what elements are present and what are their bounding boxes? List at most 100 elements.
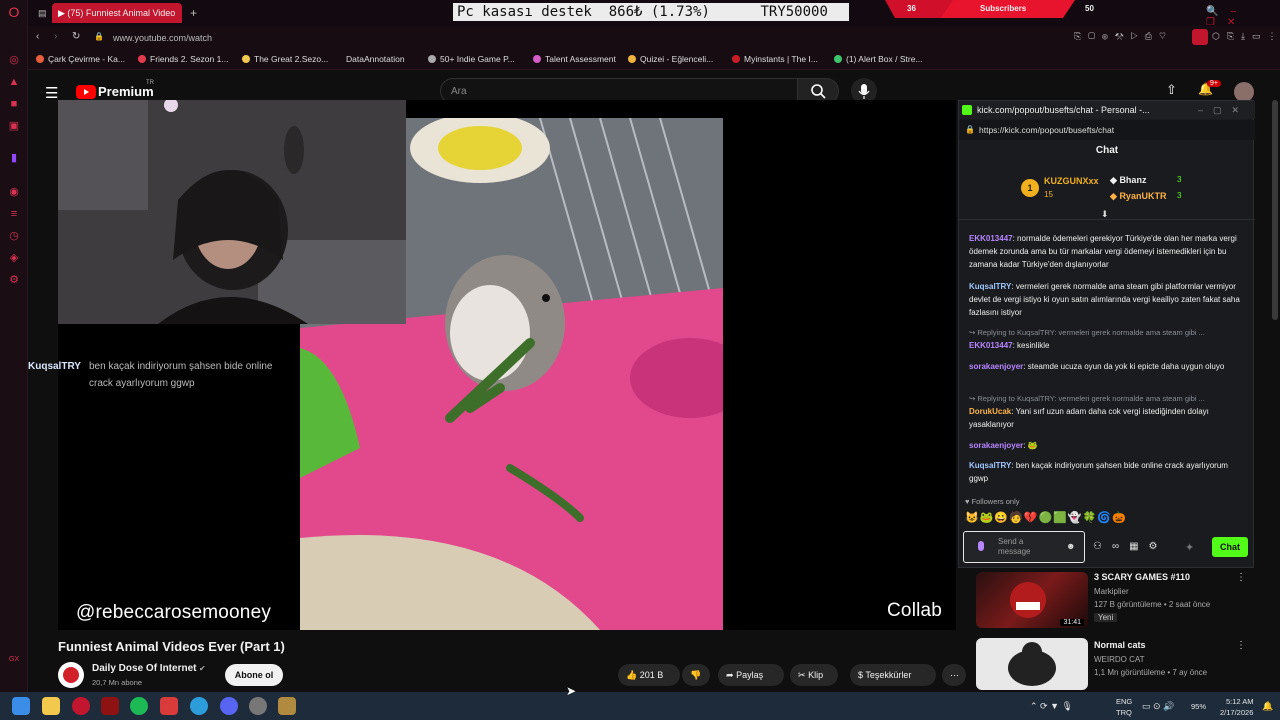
- leaderboard-user[interactable]: ◆ Bhanz: [1110, 175, 1146, 186]
- browser-icon[interactable]: [190, 697, 208, 715]
- bookmark-item[interactable]: (1) Alert Box / Stre...: [834, 54, 923, 64]
- recommendation-channel[interactable]: Markiplier: [1094, 587, 1129, 596]
- sidebar-app-icon[interactable]: ◎: [6, 52, 22, 68]
- chat-header: Chat: [1095, 145, 1119, 156]
- bookmark-item[interactable]: Friends 2. Sezon 1...: [138, 54, 228, 64]
- youtube-logo-text[interactable]: Premium: [98, 84, 154, 99]
- tray-icons[interactable]: ⌃ ⟳ ▼ 🎙: [1030, 701, 1073, 712]
- taskbar-app-icon[interactable]: [160, 697, 178, 715]
- share-button[interactable]: ➦ Paylaş: [718, 664, 784, 686]
- channel-avatar[interactable]: [58, 662, 84, 688]
- spotify-icon[interactable]: [130, 697, 148, 715]
- toolbar-icons[interactable]: ⬡⎘⤓▭⋮: [1212, 31, 1280, 42]
- thumbs-down-icon: 👎: [690, 670, 702, 680]
- thumbs-up-icon: 👍: [626, 670, 638, 680]
- kick-url-bar[interactable]: 🔒 https://kick.com/popout/busefts/chat: [959, 120, 1255, 140]
- bookmark-item[interactable]: 50+ Indie Game P...: [428, 54, 515, 64]
- settings-icon[interactable]: ⚙: [6, 272, 22, 288]
- more-options-icon[interactable]: ⋮: [1236, 640, 1246, 651]
- sidebar-app-icon[interactable]: ◈: [6, 250, 22, 266]
- recommendation-thumbnail[interactable]: [976, 638, 1088, 690]
- recommendation-title[interactable]: Normal cats: [1094, 640, 1146, 650]
- bookmark-item[interactable]: DataAnnotation: [346, 54, 405, 64]
- hamburger-menu-icon[interactable]: ☰: [45, 84, 58, 102]
- taskbar-app-icon[interactable]: [101, 697, 119, 715]
- send-chat-button[interactable]: Chat: [1212, 537, 1248, 557]
- recommendation-title[interactable]: 3 SCARY GAMES #110: [1094, 572, 1190, 582]
- taskbar-app-icon[interactable]: [249, 697, 267, 715]
- clock-date[interactable]: 2/17/2026: [1220, 708, 1253, 717]
- bookmark-item[interactable]: Çark Çevirme - Ka...: [36, 54, 125, 64]
- forward-icon[interactable]: ›: [54, 31, 57, 42]
- more-actions-button[interactable]: ⋯: [942, 664, 966, 686]
- file-explorer-icon[interactable]: [42, 697, 60, 715]
- language-indicator-sub: TRQ: [1116, 708, 1132, 717]
- chat-tool-icons[interactable]: ⚇∞▦⚙: [1093, 541, 1168, 552]
- sidebar-app-icon[interactable]: ◉: [6, 184, 22, 200]
- streamer-webcam: [58, 100, 406, 324]
- chat-message: sorakaenjoyer: 🐸: [969, 441, 1038, 450]
- clock-time[interactable]: 5:12 AM: [1226, 697, 1254, 706]
- sidebar-app-icon[interactable]: ■: [6, 96, 22, 112]
- tab-menu-icon[interactable]: ▤: [32, 3, 53, 23]
- emoji-icon[interactable]: ☻: [1066, 541, 1075, 551]
- opera-logo-icon[interactable]: O: [6, 4, 22, 20]
- notification-bell-icon[interactable]: 🔔: [1262, 701, 1273, 712]
- page-scrollbar[interactable]: [1272, 100, 1278, 320]
- leaderboard-count: 3: [1177, 175, 1182, 184]
- more-options-icon[interactable]: ⋮: [1236, 572, 1246, 583]
- opera-gx-icon[interactable]: [72, 697, 90, 715]
- send-message-input[interactable]: Send a message ☻: [963, 531, 1085, 563]
- search-placeholder: Ara: [451, 86, 467, 97]
- bookmark-item[interactable]: Quizei - Eğlenceli...: [628, 54, 713, 64]
- url-text[interactable]: www.youtube.com/watch: [113, 33, 212, 43]
- clip-button[interactable]: ✂ Klip: [790, 664, 838, 686]
- tab-youtube[interactable]: ▶ (75) Funniest Animal Video: [52, 3, 182, 23]
- battery-percent[interactable]: 95%: [1191, 702, 1206, 711]
- sidebar-app-icon[interactable]: ≡: [6, 206, 22, 222]
- upload-icon[interactable]: ⇧: [1166, 82, 1177, 98]
- thanks-button[interactable]: $ Teşekkürler: [850, 664, 936, 686]
- network-volume-icons[interactable]: ▭ ⊙ 🔊: [1142, 701, 1174, 712]
- discord-icon[interactable]: [220, 697, 238, 715]
- bookmark-item[interactable]: Myinstants | The I...: [732, 54, 818, 64]
- youtube-logo-icon[interactable]: [76, 85, 96, 99]
- extension-icons[interactable]: ⎘▢⊛⚒▷⎙♡: [1074, 31, 1173, 42]
- leaderboard-top-count: 15: [1044, 190, 1053, 199]
- sidebar-app-icon[interactable]: ▣: [6, 118, 22, 134]
- channel-name[interactable]: Daily Dose Of Internet: [92, 663, 196, 674]
- leaderboard-top-user[interactable]: KUZGUNXxx: [1044, 176, 1099, 186]
- bookmark-item[interactable]: Talent Assessment: [533, 54, 616, 64]
- like-button[interactable]: 👍 201 B: [618, 664, 680, 686]
- language-indicator[interactable]: ENG: [1116, 697, 1132, 706]
- badge-icon[interactable]: ✦: [1185, 541, 1194, 554]
- dislike-button[interactable]: 👎: [682, 664, 710, 686]
- taskbar-app-icon[interactable]: [278, 697, 296, 715]
- leaderboard-user[interactable]: ◆ RyanUKTR: [1110, 191, 1166, 202]
- emote-bar[interactable]: 😺🐸😀🧑💔🟢🟩👻🍀🌀🎃: [965, 511, 1127, 524]
- kick-window-titlebar: kick.com/popout/busefts/chat - Personal …: [959, 101, 1255, 119]
- microphone-icon[interactable]: [978, 541, 984, 551]
- donation-goal-banner: Pc kasası destek 866₺ (1.73%) TRY50000: [453, 3, 849, 21]
- bookmark-item[interactable]: The Great 2.Sezo...: [242, 54, 328, 64]
- twitch-icon[interactable]: ▮: [6, 150, 22, 166]
- video-frame-side: [723, 100, 956, 630]
- avatar[interactable]: [1234, 82, 1254, 102]
- reload-icon[interactable]: ↻: [72, 31, 80, 42]
- recommendation-channel[interactable]: WEIRDO CAT: [1094, 655, 1145, 664]
- chat-message: EKK013447: normalde ödemeleri gerekiyor …: [969, 234, 1237, 269]
- popup-window-controls[interactable]: –▢✕: [1198, 101, 1249, 119]
- sidebar-app-icon[interactable]: ▲: [6, 74, 22, 90]
- address-bar: ‹ › ↻ 🔒 www.youtube.com/watch ⎘▢⊛⚒▷⎙♡ ⬡⎘…: [28, 26, 1280, 50]
- new-tab-button[interactable]: +: [184, 3, 203, 23]
- video-title: Funniest Animal Videos Ever (Part 1): [58, 639, 285, 654]
- back-icon[interactable]: ‹: [36, 31, 39, 42]
- subscribe-button[interactable]: Abone ol: [225, 664, 283, 686]
- extension-active-icon[interactable]: [1192, 29, 1208, 45]
- thanks-icon: $: [858, 670, 864, 680]
- recommendation-thumbnail[interactable]: 31:41: [976, 572, 1088, 628]
- gx-icon[interactable]: GX: [6, 652, 22, 668]
- clock-icon[interactable]: ◷: [6, 228, 22, 244]
- windows-start-icon[interactable]: [12, 697, 30, 715]
- window-controls[interactable]: 🔍–❐✕: [1206, 6, 1280, 28]
